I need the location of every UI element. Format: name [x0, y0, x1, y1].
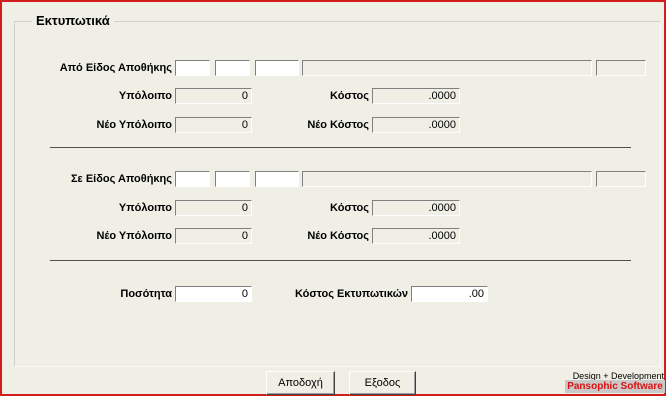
to-new-balance-value: 0: [241, 230, 248, 242]
to-item-unit-field: [596, 171, 646, 187]
group-title: Εκτυπωτικά: [32, 13, 114, 28]
from-item-description-field: [302, 60, 592, 76]
quantity-input[interactable]: 0: [175, 286, 252, 302]
to-cost-value: .0000: [428, 202, 456, 214]
from-new-balance-label: Νέο Υπόλοιπο: [96, 119, 172, 131]
to-new-cost-value: .0000: [428, 230, 456, 242]
section-separator-1: [50, 147, 631, 148]
from-cost-field: .0000: [372, 88, 460, 104]
to-item-code-field[interactable]: [215, 171, 250, 187]
to-item-subcode-field[interactable]: [255, 171, 299, 187]
to-warehouse-code-field[interactable]: [175, 171, 210, 187]
quantity-label: Ποσότητα: [120, 288, 172, 300]
accept-button[interactable]: Αποδοχή: [266, 371, 335, 395]
to-cost-label: Κόστος: [330, 202, 369, 214]
to-balance-value: 0: [241, 202, 248, 214]
from-item-subcode-field[interactable]: [255, 60, 299, 76]
section-separator-2: [50, 260, 631, 261]
to-balance-field: 0: [175, 200, 252, 216]
to-new-balance-label: Νέο Υπόλοιπο: [96, 230, 172, 242]
form-window: Εκτυπωτικά Από Είδος Αποθήκης Υπόλοιπο 0…: [0, 0, 666, 396]
print-cost-value: .00: [468, 288, 484, 300]
to-balance-label: Υπόλοιπο: [118, 202, 172, 214]
from-cost-value: .0000: [428, 90, 456, 102]
from-balance-value: 0: [241, 90, 248, 102]
from-new-cost-value: .0000: [428, 119, 456, 131]
to-new-cost-field: .0000: [372, 228, 460, 244]
from-item-unit-field: [596, 60, 646, 76]
quantity-value: 0: [241, 288, 248, 300]
from-warehouse-code-field[interactable]: [175, 60, 210, 76]
from-balance-label: Υπόλοιπο: [118, 90, 172, 102]
brand-credit: Pansophic Software: [565, 380, 665, 393]
from-item-code-field[interactable]: [215, 60, 250, 76]
from-new-balance-field: 0: [175, 117, 252, 133]
to-cost-field: .0000: [372, 200, 460, 216]
to-item-label: Σε Είδος Αποθήκης: [70, 173, 172, 185]
from-balance-field: 0: [175, 88, 252, 104]
from-new-cost-field: .0000: [372, 117, 460, 133]
to-item-description-field: [302, 171, 592, 187]
from-cost-label: Κόστος: [330, 90, 369, 102]
to-new-balance-field: 0: [175, 228, 252, 244]
from-item-label: Από Είδος Αποθήκης: [59, 62, 172, 74]
exit-button[interactable]: Εξοδος: [349, 371, 416, 395]
print-cost-input[interactable]: .00: [411, 286, 488, 302]
print-cost-label: Κόστος Εκτυπωτικών: [294, 288, 408, 300]
to-new-cost-label: Νέο Κόστος: [307, 230, 369, 242]
from-new-balance-value: 0: [241, 119, 248, 131]
from-new-cost-label: Νέο Κόστος: [307, 119, 369, 131]
